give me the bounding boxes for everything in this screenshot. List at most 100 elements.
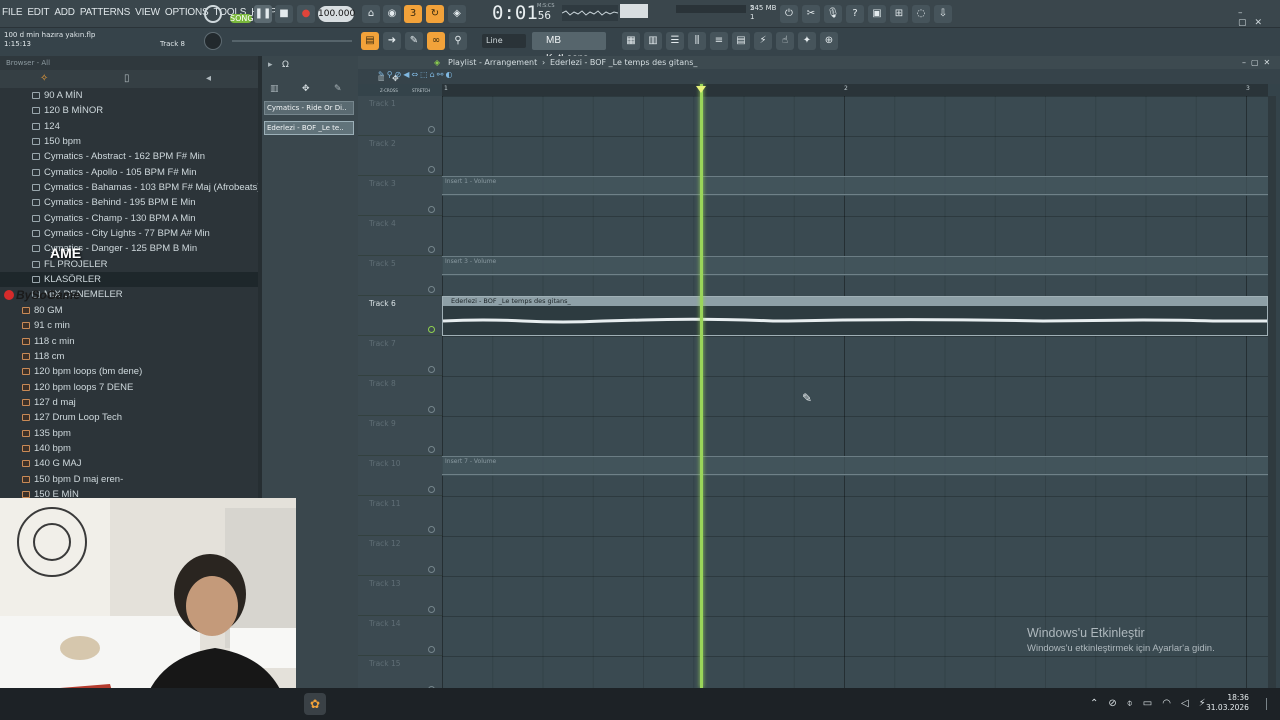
- playlist-icon[interactable]: ▦: [622, 32, 640, 50]
- audio-clip[interactable]: Ederlezi - BOF _Le temps des gitans_: [442, 296, 1268, 336]
- stretch-label[interactable]: STRETCH: [412, 88, 430, 93]
- browser-folder-item[interactable]: Cymatics - Champ - 130 BPM A Min: [0, 211, 258, 226]
- track-header[interactable]: Track 5: [358, 256, 442, 296]
- track-header[interactable]: Track 1: [358, 96, 442, 136]
- browser-folder-item[interactable]: Cymatics - City Lights - 77 BPM A# Min: [0, 226, 258, 241]
- countdown-icon[interactable]: 3: [404, 5, 422, 23]
- menu-edit[interactable]: EDIT: [27, 7, 49, 18]
- save-icon[interactable]: ▣: [868, 5, 886, 23]
- browser-folder-item[interactable]: 127 d maj: [0, 395, 258, 410]
- browser-folder-item[interactable]: Cymatics - Behind - 195 BPM E Min: [0, 195, 258, 210]
- taskbar-clock[interactable]: 18:36 31.03.2026: [1206, 693, 1249, 713]
- stop-button[interactable]: ■: [275, 5, 293, 23]
- edison-icon[interactable]: ✦: [798, 32, 816, 50]
- move-icon[interactable]: ✥: [302, 84, 310, 94]
- track-header[interactable]: Track 7: [358, 336, 442, 376]
- browser-all-tab-icon[interactable]: ✧: [40, 73, 48, 84]
- track-header[interactable]: Track 4: [358, 216, 442, 256]
- browser-files-tab-icon[interactable]: ▯: [124, 73, 130, 84]
- mixer-icon[interactable]: ⫼: [688, 32, 706, 50]
- download-icon[interactable]: ⇩: [934, 5, 952, 23]
- track-mute-led-icon[interactable]: [428, 206, 435, 213]
- browser-folder-item[interactable]: 124: [0, 119, 258, 134]
- track-mute-led-icon[interactable]: [428, 446, 435, 453]
- snap-selector[interactable]: Line: [482, 34, 526, 48]
- loop-record-icon[interactable]: ↻: [426, 5, 444, 23]
- zcross-label[interactable]: Z-CROSS: [380, 88, 398, 93]
- browser-folder-item[interactable]: 140 G MAJ: [0, 456, 258, 471]
- piano-roll-mini-icon[interactable]: ▥: [378, 74, 385, 82]
- browser-folder-item[interactable]: 118 c min: [0, 334, 258, 349]
- pattern-selector[interactable]: MB K..tLoops: [532, 32, 606, 64]
- menu-add[interactable]: ADD: [54, 7, 75, 18]
- cart-icon[interactable]: ⊕: [820, 32, 838, 50]
- magnet-icon[interactable]: Ω: [282, 60, 289, 70]
- browser-folder-item[interactable]: 120 B MİNOR: [0, 103, 258, 118]
- track-mute-led-icon[interactable]: [428, 566, 435, 573]
- automation-clip[interactable]: Insert 1 - Volume: [442, 176, 1268, 196]
- channel-clip[interactable]: Ederlezi - BOF _Le te..: [264, 121, 354, 135]
- pause-button[interactable]: ❚❚: [254, 5, 272, 23]
- browser-folder-item[interactable]: 120 bpm loops (bm dene): [0, 364, 258, 379]
- pencil-icon[interactable]: ✎: [334, 84, 342, 94]
- playlist-window-controls[interactable]: –▢✕: [1242, 56, 1275, 69]
- wifi-icon[interactable]: ◠: [1162, 698, 1171, 709]
- record-button[interactable]: ●: [297, 5, 315, 23]
- battery-charge-icon[interactable]: ⚡: [1199, 698, 1206, 709]
- track-mute-led-icon[interactable]: [428, 166, 435, 173]
- track-header[interactable]: Track 10: [358, 456, 442, 496]
- browser-folder-item[interactable]: FL PROJELER: [0, 257, 258, 272]
- browser-folder-item[interactable]: Cymatics - Apollo - 105 BPM F# Min: [0, 165, 258, 180]
- draw-icon[interactable]: ✎: [405, 32, 423, 50]
- tempo-display[interactable]: 100.000: [318, 6, 355, 22]
- playhead-marker[interactable]: [696, 86, 706, 93]
- browser-folder-item[interactable]: 120 bpm loops 7 DENE: [0, 380, 258, 395]
- track-mute-led-icon[interactable]: [428, 606, 435, 613]
- plugin-icon[interactable]: ⊞: [890, 5, 908, 23]
- track-header[interactable]: Track 11: [358, 496, 442, 536]
- browser-folder-item[interactable]: Cymatics - Danger - 125 BPM B Min: [0, 241, 258, 256]
- wait-input-icon[interactable]: ◉: [383, 5, 401, 23]
- track-header[interactable]: Track 3: [358, 176, 442, 216]
- piano-icon[interactable]: ▥: [270, 84, 279, 94]
- browser-folder-item[interactable]: 135 bpm: [0, 426, 258, 441]
- menu-options[interactable]: OPTIONS: [165, 7, 209, 18]
- fl-studio-taskbar-icon[interactable]: ✿: [304, 693, 326, 715]
- plugin-picker-icon[interactable]: ⚡: [754, 32, 772, 50]
- automation-clip[interactable]: Insert 7 - Volume: [442, 456, 1268, 476]
- playlist-vertical-scrollbar[interactable]: [1268, 96, 1276, 688]
- master-volume-knob[interactable]: [204, 32, 222, 50]
- browser-folder-item[interactable]: 90 A MİN: [0, 88, 258, 103]
- browser-folder-item[interactable]: KLASÖRLER: [0, 272, 258, 288]
- track-header[interactable]: Track 2: [358, 136, 442, 176]
- browser-folder-item[interactable]: Cymatics - Bahamas - 103 BPM F# Maj (Afr…: [0, 180, 260, 195]
- track-mute-led-icon[interactable]: [428, 286, 435, 293]
- volume-icon[interactable]: ◁: [1181, 698, 1189, 709]
- track-header[interactable]: Track 14: [358, 616, 442, 656]
- show-desktop-button[interactable]: [1266, 698, 1274, 710]
- track-mute-led-icon[interactable]: [428, 326, 435, 333]
- pat-song-toggle-icon[interactable]: [204, 5, 222, 23]
- step-edit-icon[interactable]: ◈: [448, 5, 466, 23]
- track-mute-led-icon[interactable]: [428, 646, 435, 653]
- master-pitch-slider[interactable]: [232, 40, 352, 42]
- mixer-link-icon[interactable]: ✂: [802, 5, 820, 23]
- browser-plugins-tab-icon[interactable]: ◂: [206, 73, 211, 84]
- menu-view[interactable]: VIEW: [135, 7, 160, 18]
- move-track-icon[interactable]: ✥: [392, 74, 399, 83]
- track-mute-led-icon[interactable]: [428, 126, 435, 133]
- menu-file[interactable]: FILE: [2, 7, 23, 18]
- snap-icon[interactable]: ▸: [268, 60, 273, 70]
- track-header[interactable]: Track 8: [358, 376, 442, 416]
- arrow-right-icon[interactable]: ➜: [383, 32, 401, 50]
- channel-rack-icon[interactable]: ☰: [666, 32, 684, 50]
- song-mode-label[interactable]: SONG: [230, 14, 254, 23]
- timeline-ruler[interactable]: 1 2 3: [442, 84, 1268, 96]
- browser-folder-item[interactable]: 150 bpm: [0, 134, 258, 149]
- playhead-line[interactable]: [700, 84, 703, 688]
- track-mute-led-icon[interactable]: [428, 406, 435, 413]
- menu-patterns[interactable]: PATTERNS: [80, 7, 130, 18]
- browser-icon[interactable]: ≡: [710, 32, 728, 50]
- track-header[interactable]: Track 9: [358, 416, 442, 456]
- track-mute-led-icon[interactable]: [428, 526, 435, 533]
